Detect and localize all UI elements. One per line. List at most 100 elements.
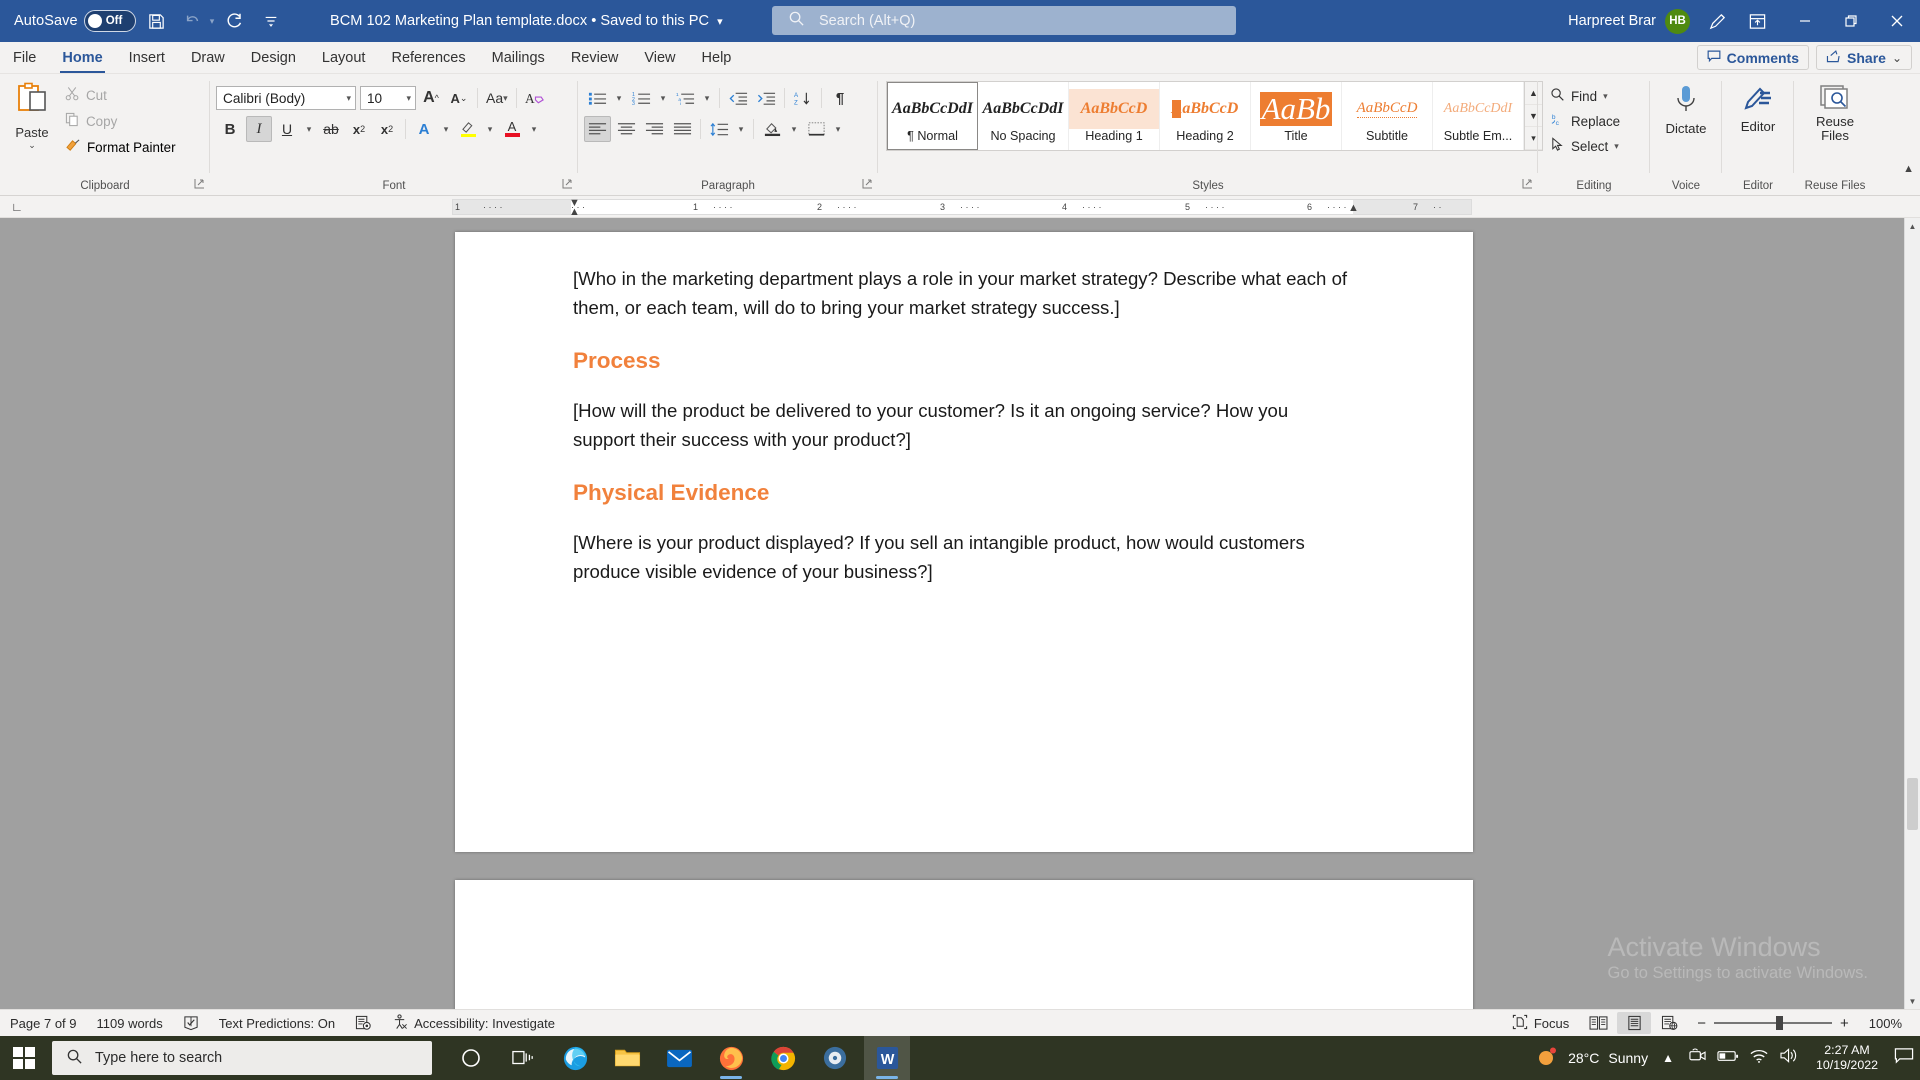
- web-layout-icon[interactable]: [1653, 1012, 1687, 1034]
- text-predictions-icon[interactable]: [345, 1010, 382, 1036]
- style-heading-2[interactable]: AaBbCcD Heading 2: [1160, 82, 1251, 150]
- sort-icon[interactable]: AZ: [790, 85, 816, 111]
- underline-caret-icon[interactable]: ▾: [302, 116, 316, 142]
- volume-icon[interactable]: [1779, 1047, 1800, 1069]
- notification-center-icon[interactable]: [1894, 1047, 1914, 1070]
- avatar[interactable]: HB: [1665, 8, 1690, 34]
- bold-icon[interactable]: B: [216, 116, 244, 142]
- decrease-font-size-icon[interactable]: A ⌄: [446, 85, 472, 111]
- text-effects-caret-icon[interactable]: ▾: [439, 116, 453, 142]
- close-button[interactable]: [1874, 0, 1920, 42]
- format-painter-button[interactable]: Format Painter: [60, 135, 181, 159]
- battery-icon[interactable]: [1717, 1049, 1739, 1068]
- borders-icon[interactable]: [803, 116, 829, 142]
- tab-design[interactable]: Design: [238, 42, 309, 73]
- comments-button[interactable]: Comments: [1696, 45, 1810, 70]
- zoom-thumb[interactable]: [1775, 1016, 1783, 1030]
- zoom-out-button[interactable]: −: [1697, 1015, 1706, 1032]
- multilevel-list-icon[interactable]: 1ai: [672, 85, 698, 111]
- document-canvas[interactable]: [Who in the marketing department plays a…: [0, 218, 1920, 1009]
- cortana-circle-icon[interactable]: [448, 1036, 494, 1080]
- tab-references[interactable]: References: [378, 42, 478, 73]
- right-indent-marker[interactable]: ▲: [1348, 202, 1359, 214]
- print-layout-icon[interactable]: [1617, 1012, 1652, 1034]
- share-caret-icon[interactable]: ⌄: [1892, 51, 1902, 65]
- clipboard-dialog-launcher-icon[interactable]: [194, 176, 205, 194]
- ribbon-display-options-icon[interactable]: [1742, 6, 1772, 36]
- shading-icon[interactable]: [759, 116, 785, 142]
- paragraph-dialog-launcher-icon[interactable]: [862, 176, 873, 194]
- text-effects-icon[interactable]: A: [411, 116, 437, 142]
- change-case-icon[interactable]: Aa ▾: [483, 85, 511, 111]
- style-subtle-emphasis[interactable]: AaBbCcDdI Subtle Em...: [1433, 82, 1524, 150]
- cut-button[interactable]: Cut: [60, 83, 181, 107]
- paste-caret-icon[interactable]: ⌄: [28, 140, 36, 151]
- user-name[interactable]: Harpreet Brar: [1568, 13, 1656, 29]
- highlight-caret-icon[interactable]: ▾: [483, 116, 497, 142]
- subscript-icon[interactable]: x2: [346, 116, 372, 142]
- decrease-indent-icon[interactable]: [725, 85, 751, 111]
- word-icon[interactable]: W: [864, 1036, 910, 1080]
- bullets-caret-icon[interactable]: ▾: [612, 85, 626, 111]
- edge-icon[interactable]: [552, 1036, 598, 1080]
- line-spacing-icon[interactable]: [706, 116, 732, 142]
- undo-icon[interactable]: [178, 6, 208, 36]
- strikethrough-icon[interactable]: ab: [318, 116, 344, 142]
- read-mode-icon[interactable]: [1581, 1012, 1615, 1034]
- file-explorer-icon[interactable]: [604, 1036, 650, 1080]
- show-hidden-icons-icon[interactable]: ▲: [1658, 1051, 1678, 1065]
- zoom-slider[interactable]: − +: [1689, 1015, 1857, 1032]
- align-right-icon[interactable]: [641, 116, 667, 142]
- save-icon[interactable]: [142, 6, 172, 36]
- search-input[interactable]: Search (Alt+Q): [772, 6, 1236, 35]
- firefox-icon[interactable]: [708, 1036, 754, 1080]
- multilevel-caret-icon[interactable]: ▾: [700, 85, 714, 111]
- tab-draw[interactable]: Draw: [178, 42, 238, 73]
- align-left-icon[interactable]: [584, 116, 611, 142]
- task-view-icon[interactable]: [500, 1036, 546, 1080]
- windows-start-icon[interactable]: [0, 1036, 48, 1080]
- tab-home[interactable]: Home: [49, 42, 115, 73]
- text-predictions[interactable]: Text Predictions: On: [209, 1010, 345, 1036]
- tab-layout[interactable]: Layout: [309, 42, 379, 73]
- tab-review[interactable]: Review: [558, 42, 632, 73]
- mail-icon[interactable]: [656, 1036, 702, 1080]
- scrollbar-thumb[interactable]: [1907, 778, 1918, 830]
- superscript-icon[interactable]: x2: [374, 116, 400, 142]
- replace-button[interactable]: bc Replace: [1544, 109, 1626, 133]
- tab-view[interactable]: View: [631, 42, 688, 73]
- show-formatting-marks-icon[interactable]: ¶: [827, 85, 853, 111]
- undo-caret[interactable]: ▾: [210, 16, 215, 27]
- collapse-ribbon-icon[interactable]: ▲: [1903, 163, 1914, 175]
- shading-caret-icon[interactable]: ▾: [787, 116, 801, 142]
- proofing-icon[interactable]: [173, 1010, 209, 1036]
- zoom-in-button[interactable]: +: [1840, 1015, 1849, 1032]
- dictate-button[interactable]: Dictate: [1656, 78, 1716, 136]
- wifi-icon[interactable]: [1749, 1048, 1769, 1069]
- restore-button[interactable]: [1828, 0, 1874, 42]
- autosave-toggle[interactable]: Off: [83, 10, 136, 32]
- styles-dialog-launcher-icon[interactable]: [1522, 176, 1533, 194]
- select-button[interactable]: Select ▾: [1544, 134, 1626, 158]
- style-no-spacing[interactable]: AaBbCcDdI No Spacing: [978, 82, 1069, 150]
- increase-indent-icon[interactable]: [753, 85, 779, 111]
- align-center-icon[interactable]: [613, 116, 639, 142]
- increase-font-size-icon[interactable]: A ^: [418, 85, 444, 111]
- zoom-level[interactable]: 100%: [1859, 1010, 1912, 1036]
- font-color-icon[interactable]: A: [499, 116, 525, 142]
- chevron-down-icon[interactable]: ▾: [346, 93, 351, 104]
- justify-icon[interactable]: [669, 116, 695, 142]
- reuse-files-button[interactable]: Reuse Files: [1803, 78, 1867, 143]
- page-content[interactable]: [Who in the marketing department plays a…: [455, 232, 1473, 586]
- find-caret-icon[interactable]: ▾: [1603, 91, 1608, 102]
- underline-icon[interactable]: U: [274, 116, 300, 142]
- borders-caret-icon[interactable]: ▾: [831, 116, 845, 142]
- bullets-icon[interactable]: [584, 85, 610, 111]
- customize-quick-access-icon[interactable]: [256, 6, 286, 36]
- minimize-button[interactable]: [1782, 0, 1828, 42]
- redo-icon[interactable]: [220, 6, 250, 36]
- style-normal[interactable]: AaBbCcDdI ¶ Normal: [887, 82, 978, 150]
- font-size-input[interactable]: 10 ▾: [360, 86, 416, 110]
- document-page-1[interactable]: [Who in the marketing department plays a…: [455, 232, 1473, 852]
- page-indicator[interactable]: Page 7 of 9: [0, 1010, 87, 1036]
